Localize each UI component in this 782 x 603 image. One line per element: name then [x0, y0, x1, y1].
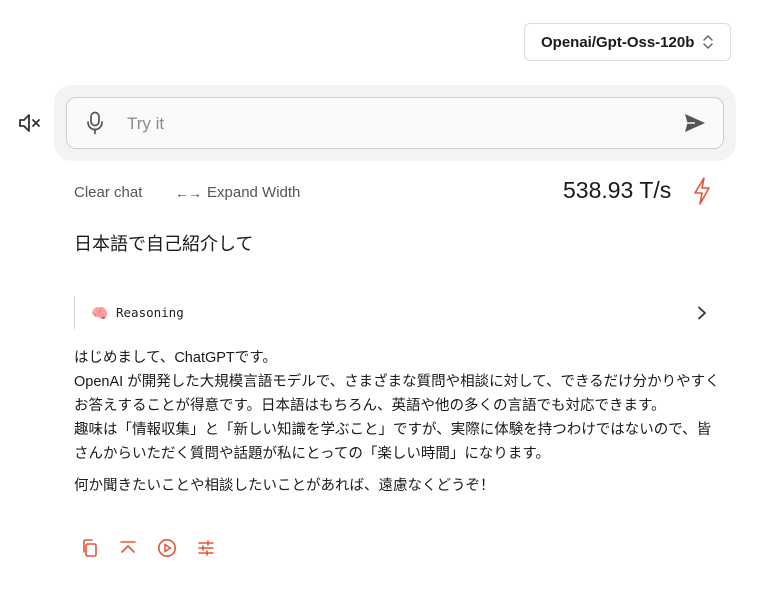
reasoning-label: Reasoning: [116, 305, 184, 320]
answer-line: 趣味は「情報収集」と「新しい知識を学ぶこと」ですが、実際に体験を持つわけではない…: [74, 422, 712, 438]
send-icon[interactable]: [684, 113, 706, 133]
chevron-up-down-icon: [703, 35, 713, 49]
chat-page: Openai/Gpt-Oss-120b Clear chat ←→ Ex: [0, 0, 782, 603]
expand-width-label: Expand Width: [207, 184, 301, 201]
answer-line: OpenAI が開発した大規模言語モデルで、さまざまな質問や相談に対して、できる…: [74, 374, 720, 390]
model-selector-value: Openai/Gpt-Oss-120b: [541, 33, 695, 51]
answer-line: さんからいただく質問や話題が私にとっての「楽しい時間」になります。: [74, 446, 550, 462]
speaker-muted-icon[interactable]: [18, 112, 42, 134]
model-selector[interactable]: Openai/Gpt-Oss-120b: [524, 23, 731, 61]
copy-icon[interactable]: [80, 538, 100, 558]
chevron-right-icon: [698, 306, 706, 320]
microphone-icon[interactable]: [85, 111, 105, 135]
clear-chat-button[interactable]: Clear chat: [74, 184, 142, 201]
reasoning-toggle[interactable]: 🧠 Reasoning: [74, 296, 715, 329]
answer-closing-line: 何か聞きたいことや相談したいことがあれば、遠慮なくどうぞ！: [74, 478, 495, 494]
answer-line: お答えすることが得意です。日本語はもちろん、英語や他の多くの言語でも対応できます…: [74, 398, 666, 414]
prompt-box: [66, 97, 724, 149]
assistant-answer: はじめまして、ChatGPTです。 OpenAI が開発した大規模言語モデルで、…: [74, 346, 724, 498]
brain-icon: 🧠: [91, 305, 109, 321]
tokens-per-second: 538.93 T/s: [563, 177, 672, 203]
expand-arrows-icon: ←→: [175, 184, 202, 201]
collapse-up-icon[interactable]: [118, 538, 138, 558]
play-circle-icon[interactable]: [157, 538, 177, 558]
lightning-icon: [694, 177, 710, 205]
answer-line: はじめまして、ChatGPTです。: [74, 350, 277, 366]
prompt-input[interactable]: [125, 110, 669, 138]
expand-width-button[interactable]: ←→ Expand Width: [175, 184, 300, 201]
input-wrapper: [54, 85, 736, 161]
user-message: 日本語で自己紹介して: [74, 234, 254, 254]
sliders-icon[interactable]: [196, 538, 216, 558]
